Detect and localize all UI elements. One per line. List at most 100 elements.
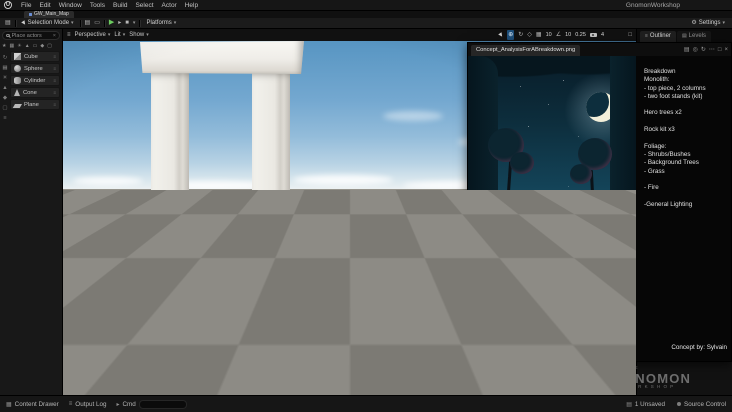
more-options-icon[interactable]: ⋯ (709, 45, 715, 56)
menu-item[interactable]: Edit (35, 0, 54, 11)
grip-icon: ≡ (53, 66, 56, 71)
platforms-dropdown[interactable]: Platforms ▾ (144, 20, 178, 26)
menu-item[interactable]: Select (131, 0, 157, 11)
tab-outliner[interactable]: ≡ Outliner (640, 31, 676, 42)
select-tool-icon[interactable] (498, 32, 505, 38)
lights-category-icon[interactable]: ☀ (17, 43, 21, 49)
content-drawer-label: Content Drawer (14, 400, 59, 408)
editor-mode-dropdown[interactable]: Selection Mode ▾ (20, 20, 76, 26)
mannequin-arm (302, 224, 309, 260)
cloud (383, 111, 443, 121)
place-actor-item[interactable]: Sphere Sphere ≡ (10, 63, 60, 74)
volumes-icon[interactable]: ▢ (2, 105, 7, 111)
blueprints-icon[interactable]: ▤ (85, 18, 91, 28)
content-drawer-button[interactable]: ▦ Content Drawer (6, 401, 59, 408)
frame-skip-button[interactable]: ▸ (118, 18, 121, 28)
menu-item[interactable]: Build (109, 0, 131, 11)
platforms-label: Platforms (146, 20, 172, 26)
basic-category-icon[interactable]: ▦ (9, 43, 14, 49)
camera-speed-value[interactable]: 4 (601, 32, 604, 38)
shapes-category-icon[interactable]: ▲ (25, 43, 30, 49)
y-axis (77, 378, 86, 384)
tab-levels[interactable]: ▤ Levels (676, 31, 712, 42)
all-classes-icon[interactable]: ≡ (3, 115, 6, 121)
menu-item[interactable]: File (17, 0, 35, 11)
move-tool-icon[interactable]: ⊕ (507, 30, 515, 40)
gnomon-watermark: THE GNOMON WORKSHOP (598, 364, 732, 393)
reimport-icon[interactable]: ↻ (701, 45, 706, 56)
mannequin-actor[interactable] (302, 214, 332, 311)
menu-item[interactable]: Tools (86, 0, 109, 11)
shape-label: Cube (24, 53, 38, 60)
level-tab[interactable]: GW_Main_Map (24, 11, 74, 18)
place-actor-item[interactable]: Cylinder Cylinder ≡ (10, 75, 60, 86)
search-input[interactable] (11, 32, 51, 39)
source-control-button[interactable]: Source Control (677, 401, 726, 408)
place-actor-item[interactable]: Cube Cube ≡ (10, 51, 60, 62)
watermark-workshop: WORKSHOP (624, 384, 677, 390)
hero-tree-canopy (570, 164, 592, 184)
geometry-icon[interactable]: ◆ (3, 95, 7, 101)
camera-speed-icon[interactable] (589, 32, 597, 38)
menu-item[interactable]: Help (181, 0, 202, 11)
place-actors-search[interactable]: × (2, 31, 60, 40)
viewport-options-icon[interactable]: ≡ (67, 30, 71, 40)
place-actor-item[interactable]: Cone Cone ≡ (10, 87, 60, 98)
volumes-category-icon[interactable]: ▢ (47, 43, 52, 49)
close-window-icon[interactable]: × (724, 45, 728, 56)
mannequin-arm (325, 224, 332, 260)
gnomon-logo-icon (598, 368, 620, 389)
scale-tool-icon[interactable]: ◇ (527, 30, 532, 40)
grid-snap-value[interactable]: 10 (546, 32, 552, 38)
recently-placed-icon[interactable]: ★ (2, 43, 6, 49)
menu-item[interactable]: Actor (158, 0, 181, 11)
rotate-tool-icon[interactable]: ↻ (518, 30, 523, 40)
camera-dropdown[interactable]: Perspective ▾ (75, 32, 111, 38)
maximize-viewport-icon[interactable]: □ (628, 29, 632, 41)
stop-button[interactable]: ■ (125, 18, 129, 28)
unreal-logo-icon[interactable]: U (4, 1, 12, 9)
concept-art-image[interactable]: · · · · · · · · · · · · (468, 56, 636, 361)
recent-icon[interactable]: ↻ (3, 55, 8, 61)
unsaved-status-button[interactable]: ▤ 1 Unsaved (626, 401, 665, 408)
shape-label: Cone (23, 89, 37, 96)
rotation-snap-icon[interactable]: ∠ (556, 30, 561, 40)
console-prompt-icon: ▸ (116, 401, 120, 408)
rotation-snap-value[interactable]: 10 (565, 32, 571, 38)
view-mode-dropdown[interactable]: Lit ▾ (114, 32, 125, 38)
geometry-category-icon[interactable]: ◆ (40, 43, 44, 49)
source-control-status-icon (677, 402, 681, 406)
image-viewer-tab[interactable]: Concept_AnalysisForABreakdown.png (471, 44, 581, 56)
right-tree-mass (610, 56, 636, 266)
annotation-arrow (546, 227, 635, 231)
cinematic-category-icon[interactable]: ▭ (33, 43, 38, 49)
output-log-button[interactable]: ≡ Output Log (69, 401, 107, 408)
shape-label: Cylinder (24, 77, 46, 84)
save-asset-icon[interactable]: ▤ (684, 45, 690, 56)
lights-icon[interactable]: ☀ (3, 75, 8, 81)
breakdown-line: - Fire (644, 184, 659, 192)
shape-thumbnail-icon (14, 65, 21, 72)
play-options-chevron-icon[interactable]: ▾ (133, 20, 136, 26)
grip-icon: ≡ (53, 102, 56, 107)
clear-search-icon[interactable]: × (53, 33, 56, 39)
mannequin-leg (318, 258, 324, 304)
grid-snap-icon[interactable]: ▦ (536, 30, 542, 40)
float-window-icon[interactable]: □ (718, 45, 722, 56)
shapes-icon[interactable]: ▲ (2, 85, 7, 91)
cinematics-icon[interactable]: ▭ (94, 18, 100, 28)
scale-snap-value[interactable]: 0.25 (575, 32, 586, 38)
chevron-down-icon: ▾ (71, 20, 74, 26)
save-all-icon[interactable]: ▤ (5, 18, 11, 28)
console-command-input[interactable] (138, 399, 187, 409)
menu-item[interactable]: Window (55, 0, 86, 11)
level-asset-icon (29, 13, 32, 16)
show-dropdown[interactable]: Show ▾ (129, 32, 149, 38)
locate-in-browser-icon[interactable]: ◎ (693, 45, 698, 56)
unsaved-label: 1 Unsaved (634, 400, 665, 408)
basic-icon[interactable]: ▦ (2, 65, 7, 71)
breakdown-line: - Background Trees (644, 159, 699, 167)
play-button[interactable]: ▶ (109, 18, 114, 28)
place-actor-item[interactable]: Plane Plane ≡ (10, 99, 60, 110)
settings-dropdown[interactable]: ⚙ Settings ▾ (689, 18, 727, 28)
